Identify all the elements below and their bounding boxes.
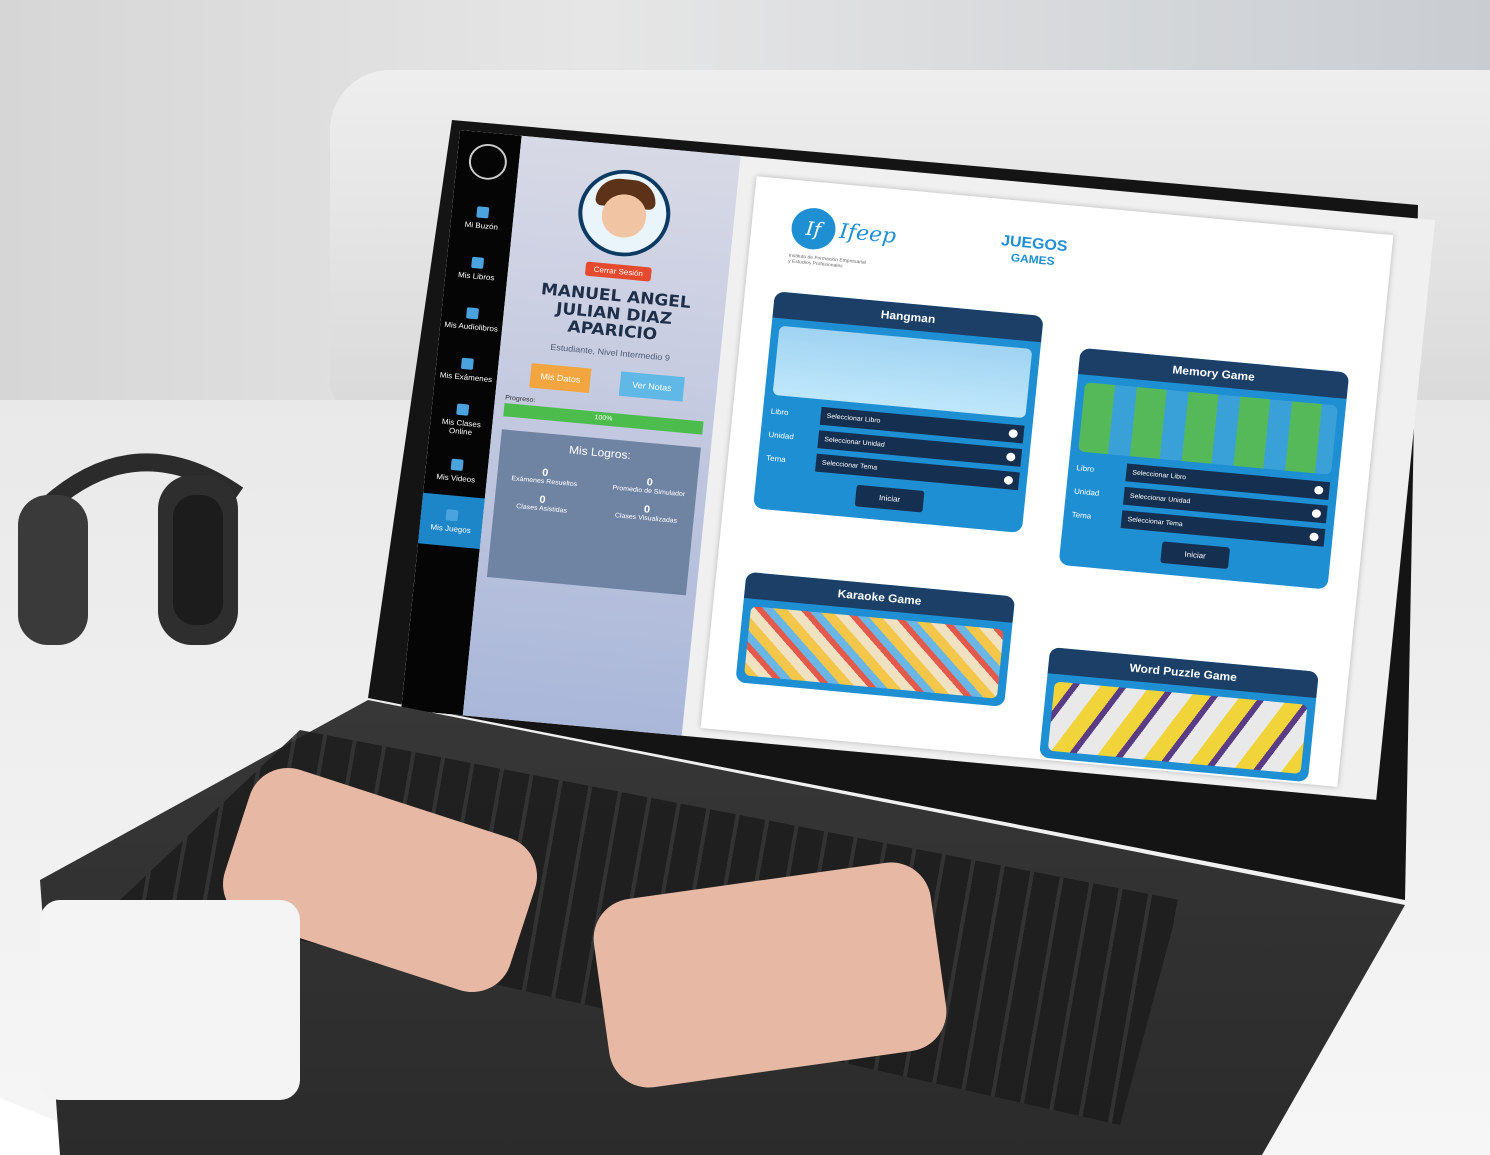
- karaoke-thumbnail: [744, 606, 1004, 699]
- sidebar-item-label: Mis Juegos: [430, 522, 472, 535]
- achievement-item: 0 Exámenes Resueltos: [511, 467, 578, 489]
- sidebar-item-games[interactable]: Mis Juegos: [418, 492, 485, 549]
- video-icon: [450, 458, 464, 471]
- achievement-item: 0 Promedio de Simulador: [612, 476, 686, 499]
- toggle-icon: [1309, 532, 1319, 542]
- my-data-button[interactable]: Mis Datos: [529, 363, 592, 394]
- sidebar-item-online-classes[interactable]: Mis Clases Online: [428, 392, 495, 448]
- achievements-panel: Mis Logros: 0 Exámenes Resueltos 0 Prome…: [486, 429, 701, 596]
- sidebar-item-label: Mi Buzón: [464, 219, 499, 232]
- memory-thumbnail: [1078, 382, 1338, 475]
- exam-icon: [460, 357, 474, 370]
- sidebar-item-label: Mis Videos: [435, 471, 476, 484]
- achievement-item: 0 Clases Visualizadas: [614, 503, 678, 525]
- view-notes-button[interactable]: Ver Notas: [619, 371, 685, 402]
- toggle-icon: [1005, 452, 1016, 462]
- game-card-word-puzzle: Word Puzzle Game: [1039, 647, 1319, 783]
- books-icon: [471, 256, 485, 269]
- game-card-karaoke: Karaoke Game: [735, 571, 1016, 707]
- sidebar-item-audiobooks[interactable]: Mis Audiolibros: [439, 291, 506, 347]
- brand-logo: If Ifeep: [789, 206, 899, 257]
- sidebar-item-exams[interactable]: Mis Exámenes: [433, 341, 500, 397]
- achievements-grid: 0 Exámenes Resueltos 0 Promedio de Simul…: [494, 463, 698, 526]
- games-icon: [445, 508, 459, 521]
- toggle-icon: [1008, 428, 1019, 439]
- game-card-memory: Memory Game Libro Seleccionar Libro Unid…: [1058, 347, 1350, 590]
- app-window: Mi Buzón Mis Libros Mis Audiolibros Mis …: [401, 130, 1436, 800]
- avatar: [574, 165, 675, 261]
- word-puzzle-thumbnail: [1047, 681, 1308, 774]
- page-heading: JUEGOS GAMES: [999, 233, 1068, 269]
- audiobook-icon: [466, 306, 480, 320]
- sidebar-item-label: Mis Exámenes: [439, 370, 493, 384]
- toggle-icon: [1003, 475, 1014, 485]
- toggle-icon: [1311, 508, 1322, 519]
- start-button[interactable]: Iniciar: [1160, 541, 1231, 570]
- logo-text: Ifeep: [838, 219, 898, 249]
- hangman-thumbnail: [772, 325, 1033, 419]
- shirt-sleeve: [40, 900, 300, 1100]
- logo-subtitle: Instituto de Formación Empresarial y Est…: [787, 252, 867, 270]
- sidebar-item-books[interactable]: Mis Libros: [444, 240, 511, 296]
- games-page: If Ifeep Instituto de Formación Empresar…: [700, 176, 1394, 787]
- achievements-title: Mis Logros:: [568, 443, 632, 462]
- toggle-icon: [1313, 485, 1324, 495]
- sidebar-item-videos[interactable]: Mis Videos: [423, 442, 490, 498]
- game-card-hangman: Hangman Libro Seleccionar Libro Unidad S…: [753, 291, 1044, 534]
- sidebar-item-label: Mis Libros: [457, 270, 495, 282]
- logo-circle: If: [789, 206, 838, 252]
- sidebar-item-label: Mis Audiolibros: [443, 319, 499, 334]
- logout-button[interactable]: Cerrar Sesión: [585, 261, 652, 282]
- sidebar-logo: [467, 142, 509, 182]
- mailbox-icon: [476, 205, 490, 219]
- online-class-icon: [456, 403, 470, 416]
- user-name: MANUEL ANGEL JULIAN DIAZ APARICIO: [540, 280, 692, 345]
- start-button[interactable]: Iniciar: [854, 484, 925, 513]
- sidebar-item-label: Mis Clases Online: [441, 417, 482, 437]
- sidebar-item-mailbox[interactable]: Mi Buzón: [449, 190, 516, 246]
- achievement-item: 0 Clases Asistidas: [515, 494, 568, 515]
